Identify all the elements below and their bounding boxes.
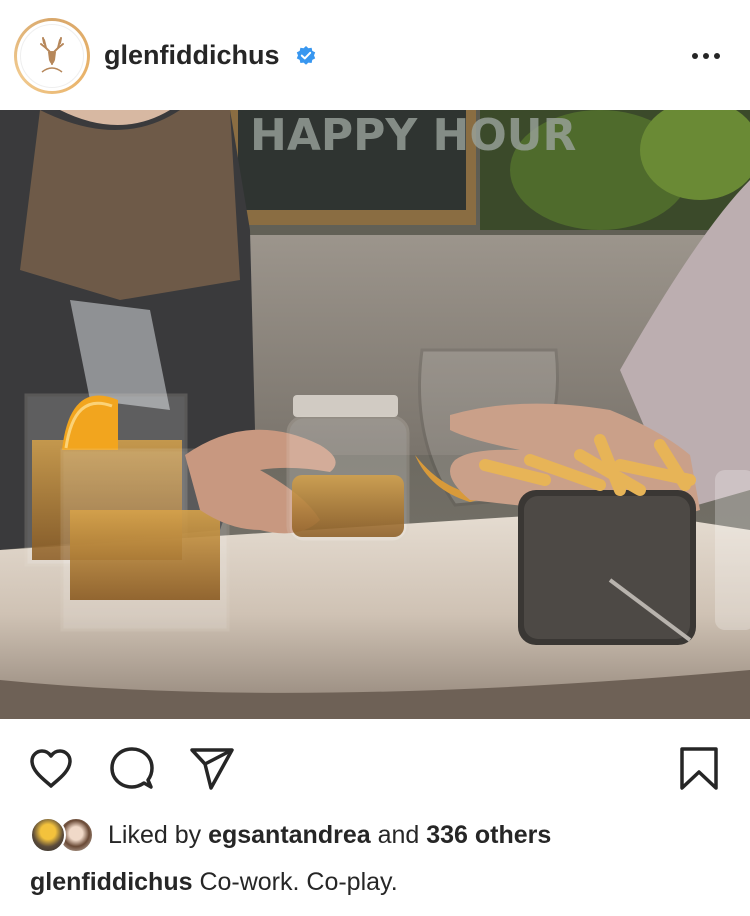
post-username[interactable]: glenfiddichus (104, 40, 280, 71)
post-photo[interactable]: HAPPY HOUR (0, 110, 750, 719)
more-options-button[interactable] (688, 42, 724, 70)
liker-avatar[interactable] (30, 817, 66, 853)
bookmark-icon[interactable] (676, 746, 722, 792)
liker-username[interactable]: egsantandrea (208, 821, 371, 849)
profile-avatar[interactable] (14, 18, 90, 94)
verified-badge-icon (296, 46, 316, 65)
likes-conjunction: and (370, 820, 427, 849)
post-caption: glenfiddichus Co-work. Co-play. (30, 868, 398, 897)
likes-prefix: Liked by (108, 820, 209, 849)
paper-plane-icon[interactable] (189, 746, 235, 792)
caption-username[interactable]: glenfiddichus (30, 868, 193, 896)
comment-icon[interactable] (109, 746, 155, 792)
heart-icon[interactable] (28, 746, 74, 792)
sign-text: HAPPY HOUR (250, 110, 576, 161)
likes-row: Liked by egsantandrea and 336 others (30, 815, 551, 855)
likes-others-link[interactable]: 336 others (426, 821, 551, 849)
likes-summary: Liked by egsantandrea and 336 others (108, 821, 551, 850)
post-header: glenfiddichus (0, 0, 750, 110)
caption-text: Co-work. Co-play. (192, 868, 398, 896)
stag-logo-icon (20, 24, 84, 88)
post-actions (0, 719, 750, 814)
